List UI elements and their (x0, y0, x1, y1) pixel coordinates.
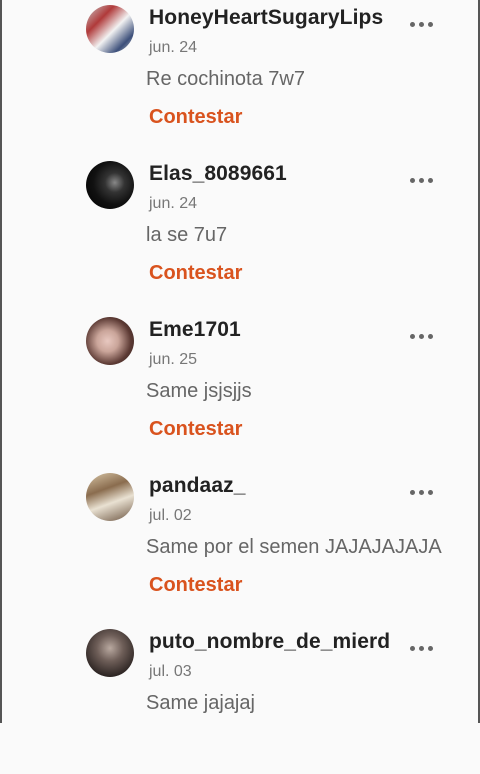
avatar[interactable] (86, 317, 134, 365)
comment-item: puto_nombre_de_mierd jul. 03 Same jajaja… (0, 624, 480, 774)
avatar[interactable] (86, 473, 134, 521)
reply-button[interactable]: Contestar (149, 106, 242, 129)
more-dots-icon[interactable] (408, 482, 436, 502)
comment-item: HoneyHeartSugaryLips jun. 24 Re cochinot… (0, 0, 480, 150)
more-dots-icon[interactable] (408, 638, 436, 658)
reply-button[interactable]: Contestar (149, 574, 242, 597)
comment-date: jul. 02 (149, 507, 192, 524)
comment-username[interactable]: Eme1701 (149, 318, 241, 342)
avatar[interactable] (86, 5, 134, 53)
more-dots-icon[interactable] (408, 14, 436, 34)
comment-text: Same por el semen JAJAJAJAJA (146, 536, 442, 558)
comment-item: pandaaz_ jul. 02 Same por el semen JAJAJ… (0, 468, 480, 618)
avatar[interactable] (86, 629, 134, 677)
comment-username[interactable]: HoneyHeartSugaryLips (149, 6, 383, 30)
comment-username[interactable]: pandaaz_ (149, 474, 246, 498)
more-dots-icon[interactable] (408, 326, 436, 346)
comment-text: la se 7u7 (146, 224, 228, 246)
reply-button[interactable]: Contestar (149, 418, 242, 441)
comment-date: jun. 24 (149, 195, 198, 212)
comment-date: jul. 03 (149, 663, 192, 680)
comment-date: jun. 25 (149, 351, 198, 368)
comment-date: jun. 24 (149, 39, 198, 56)
avatar[interactable] (86, 161, 134, 209)
comment-item: Eme1701 jun. 25 Same jsjsjjs Contestar (0, 312, 480, 462)
comment-username[interactable]: Elas_8089661 (149, 162, 287, 186)
comment-text: Same jsjsjjs (146, 380, 252, 402)
comment-text: Re cochinota 7w7 (146, 68, 305, 90)
comment-item: Elas_8089661 jun. 24 la se 7u7 Contestar (0, 156, 480, 306)
comment-username[interactable]: puto_nombre_de_mierd (149, 630, 390, 654)
reply-button[interactable]: Contestar (149, 262, 242, 285)
more-dots-icon[interactable] (408, 170, 436, 190)
comment-text: Same jajajaj (146, 692, 255, 714)
